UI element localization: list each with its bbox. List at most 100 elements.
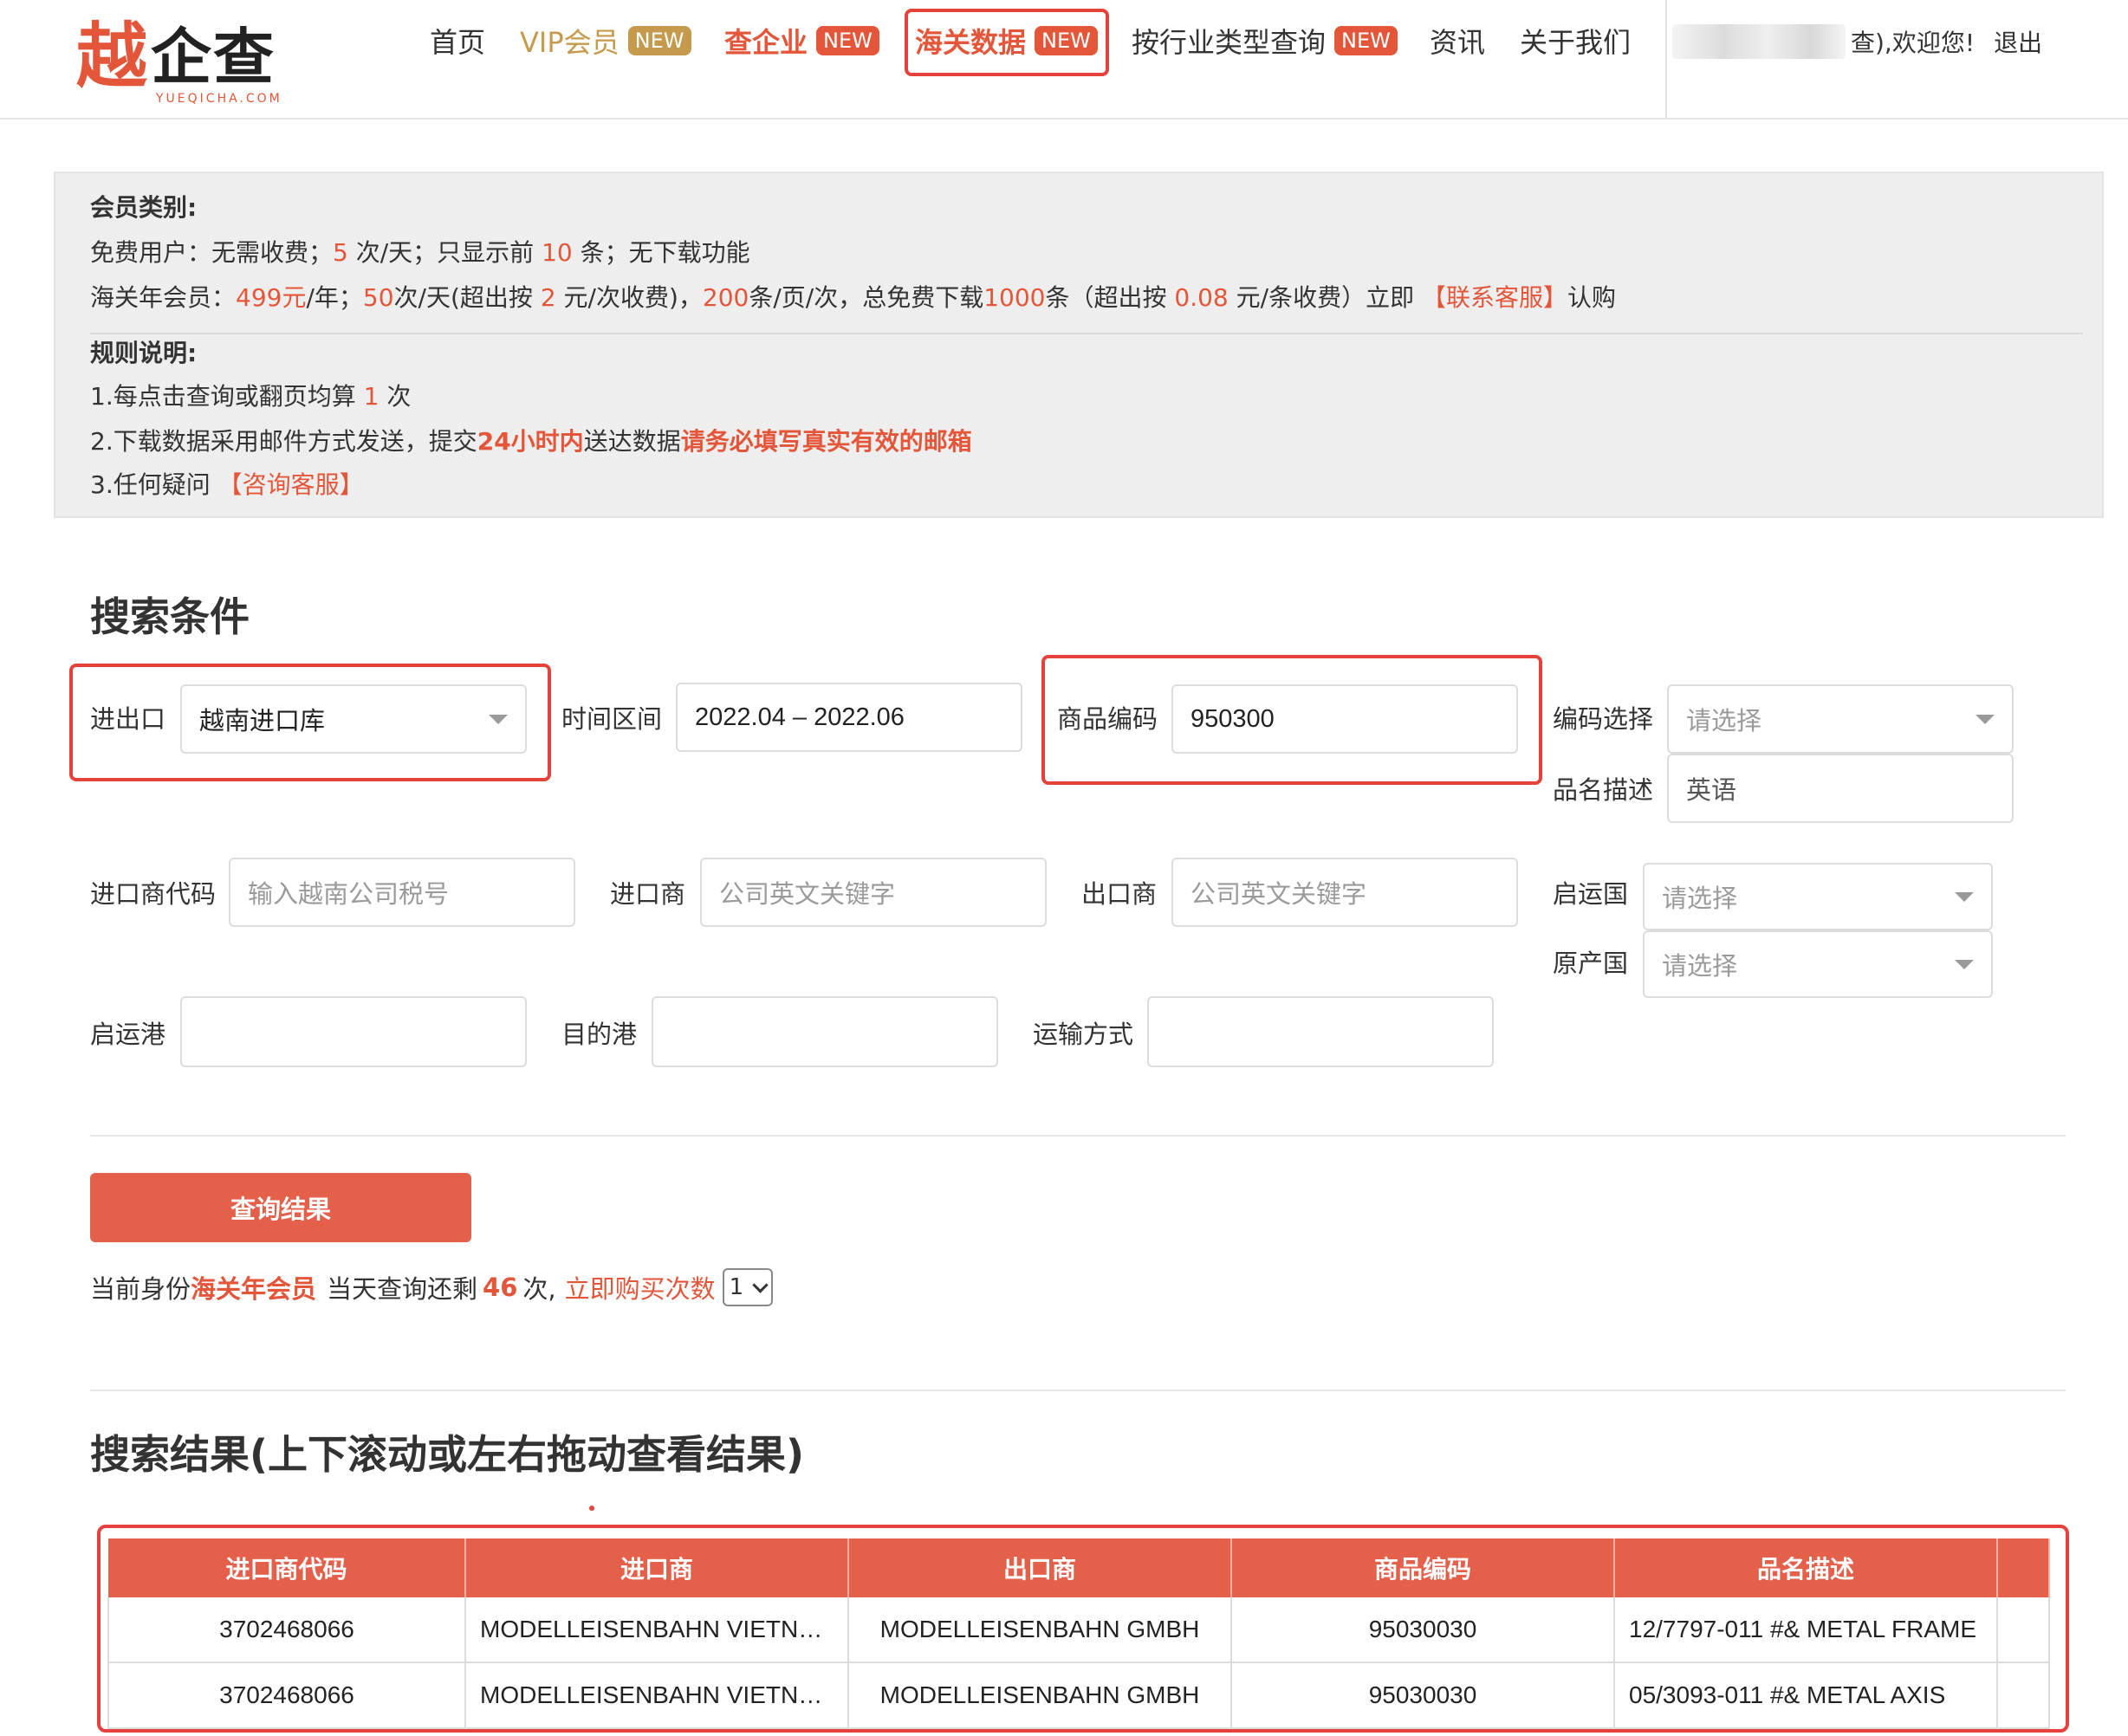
chevron-down-icon — [1976, 715, 1995, 724]
nav-customs-data-label: 海关数据 — [915, 26, 1027, 59]
new-badge: NEW — [1035, 26, 1098, 55]
nav-news[interactable]: 资讯 — [1430, 21, 1485, 61]
rule-3: 3.任何疑问 【咨询客服】 — [90, 468, 364, 502]
new-badge: NEW — [1334, 26, 1398, 55]
nav-home-label: 首页 — [430, 26, 486, 59]
buy-times-link[interactable]: 立即购买次数 — [565, 1269, 716, 1305]
membership-title: 会员类别: — [90, 193, 198, 222]
nav-customs-data[interactable]: 海关数据 NEW — [915, 21, 1098, 61]
annual-member-line: 海关年会员：499元/年；50次/天(超出按 2 元/次收费)，200条/页/次… — [90, 281, 1616, 315]
free-user-line: 免费用户：无需收费；5 次/天；只显示前 10 条；无下载功能 — [90, 236, 750, 270]
welcome-text: 查),欢迎您! — [1851, 29, 1976, 57]
origin-country-select[interactable]: 请选择 — [1643, 930, 1993, 998]
period-label: 时间区间 — [561, 704, 663, 734]
rules-title: 规则说明: — [90, 339, 198, 367]
logout-link[interactable]: 退出 — [1994, 24, 2042, 59]
free-user-text: 免费用户：无需收费； — [90, 238, 334, 267]
consult-service-link[interactable]: 【咨询客服】 — [218, 470, 364, 499]
importer-label: 进口商 — [610, 879, 686, 909]
free-user-text: 条；无下载功能 — [572, 238, 750, 267]
rule-text: 2.下载数据采用邮件方式发送，提交 — [90, 427, 477, 456]
departure-country-placeholder: 请选择 — [1662, 884, 1738, 913]
transport-input[interactable] — [1147, 996, 1494, 1067]
annual-text: 次/天(超出按 — [393, 283, 541, 312]
direction-value: 越南进口库 — [199, 706, 326, 735]
status-suffix: 次, — [522, 1274, 556, 1304]
nav-vip-label: VIP会员 — [520, 26, 620, 59]
free-user-text: 次/天；只显示前 — [347, 238, 542, 267]
direction-label: 进出口 — [90, 704, 166, 734]
code-select-placeholder: 请选择 — [1686, 706, 1762, 735]
annual-text: 海关年会员： — [90, 283, 237, 312]
buy-times-select[interactable]: 1 — [722, 1268, 773, 1306]
nav-vip[interactable]: VIP会员 NEW — [520, 21, 691, 61]
chevron-down-icon — [751, 1276, 769, 1293]
rule-1: 1.每点击查询或翻页均算 1 次 — [90, 379, 411, 414]
rule-2: 2.下载数据采用邮件方式发送，提交24小时内送达数据请务必填写真实有效的邮箱 — [90, 424, 972, 459]
nav-about-label: 关于我们 — [1520, 26, 1632, 59]
product-desc-value: 英语 — [1686, 775, 1737, 805]
annual-downloads: 1000 — [983, 283, 1046, 312]
transport-label: 运输方式 — [1033, 1020, 1134, 1049]
rule-count: 1 — [363, 382, 380, 411]
rule-email-note: 请务必填写真实有效的邮箱 — [680, 427, 972, 456]
header-divider — [1665, 0, 1667, 118]
annotation-dot — [589, 1506, 594, 1511]
nav-about[interactable]: 关于我们 — [1520, 21, 1631, 61]
importer-code-input[interactable]: 输入越南公司税号 — [229, 858, 575, 927]
annual-text: /年； — [306, 283, 363, 312]
free-row-limit: 10 — [542, 238, 573, 267]
importer-code-placeholder: 输入越南公司税号 — [248, 879, 450, 909]
results-highlight — [97, 1525, 2069, 1733]
results-heading: 搜索结果(上下滚动或左右拖动查看结果) — [90, 1431, 805, 1478]
remaining-count: 46 — [483, 1273, 518, 1302]
chevron-down-icon — [1955, 892, 1974, 902]
username-blurred — [1672, 24, 1846, 59]
product-desc-input[interactable]: 英语 — [1667, 754, 2014, 823]
nav-company-search[interactable]: 查企业 NEW — [724, 21, 879, 61]
query-status: 当前身份 海关年会员 当天查询还剩 46 次, 立即购买次数 1 — [90, 1268, 773, 1306]
form-divider — [90, 1135, 2066, 1137]
direction-select[interactable]: 越南进口库 — [180, 684, 527, 754]
rule-hours: 24小时内 — [477, 427, 584, 456]
annual-text: 元/条收费）立即 — [1228, 283, 1422, 312]
annual-text: 条/页/次，总免费下载 — [749, 283, 984, 312]
hs-code-value: 950300 — [1191, 704, 1275, 733]
departure-country-label: 启运国 — [1553, 879, 1629, 909]
contact-service-link[interactable]: 【联系客服】 — [1422, 283, 1567, 312]
results-divider — [90, 1389, 2066, 1391]
annual-rows: 200 — [702, 283, 749, 312]
code-select[interactable]: 请选择 — [1667, 684, 2014, 754]
query-button[interactable]: 查询结果 — [90, 1173, 471, 1242]
departure-country-select[interactable]: 请选择 — [1643, 863, 1993, 930]
nav-industry-search[interactable]: 按行业类型查询 NEW — [1132, 21, 1398, 61]
exporter-placeholder: 公司英文关键字 — [1191, 879, 1367, 909]
importer-placeholder: 公司英文关键字 — [719, 879, 896, 909]
new-badge: NEW — [816, 26, 879, 55]
product-desc-label: 品名描述 — [1553, 775, 1654, 805]
period-value: 2022.04 – 2022.06 — [695, 703, 905, 731]
rule-text: 3.任何疑问 — [90, 470, 218, 499]
period-input[interactable]: 2022.04 – 2022.06 — [676, 683, 1022, 752]
status-mid: 当天查询还剩 — [327, 1274, 478, 1304]
importer-input[interactable]: 公司英文关键字 — [700, 858, 1047, 927]
site-logo[interactable]: 越 企查 YUEQICHA.COM — [76, 16, 293, 106]
user-area: 查),欢迎您! 退出 — [1672, 23, 2042, 61]
destination-port-input[interactable] — [652, 996, 998, 1067]
rule-text: 1.每点击查询或翻页均算 — [90, 382, 364, 411]
exporter-input[interactable]: 公司英文关键字 — [1171, 858, 1518, 927]
chevron-down-icon — [489, 715, 508, 724]
nav-industry-search-label: 按行业类型查询 — [1132, 26, 1327, 59]
departure-port-label: 启运港 — [90, 1020, 166, 1049]
hs-code-input[interactable]: 950300 — [1171, 684, 1518, 754]
logo-text: 企查 — [151, 22, 276, 93]
exporter-label: 出口商 — [1081, 879, 1158, 909]
annual-row-price: 0.08 — [1174, 283, 1229, 312]
search-heading: 搜索条件 — [90, 593, 250, 640]
departure-port-input[interactable] — [180, 996, 527, 1067]
buy-times-value: 1 — [729, 1274, 744, 1300]
logo-subtext: YUEQICHA.COM — [156, 92, 282, 106]
new-badge: NEW — [627, 26, 691, 55]
origin-country-label: 原产国 — [1553, 949, 1629, 978]
nav-home[interactable]: 首页 — [430, 21, 485, 61]
